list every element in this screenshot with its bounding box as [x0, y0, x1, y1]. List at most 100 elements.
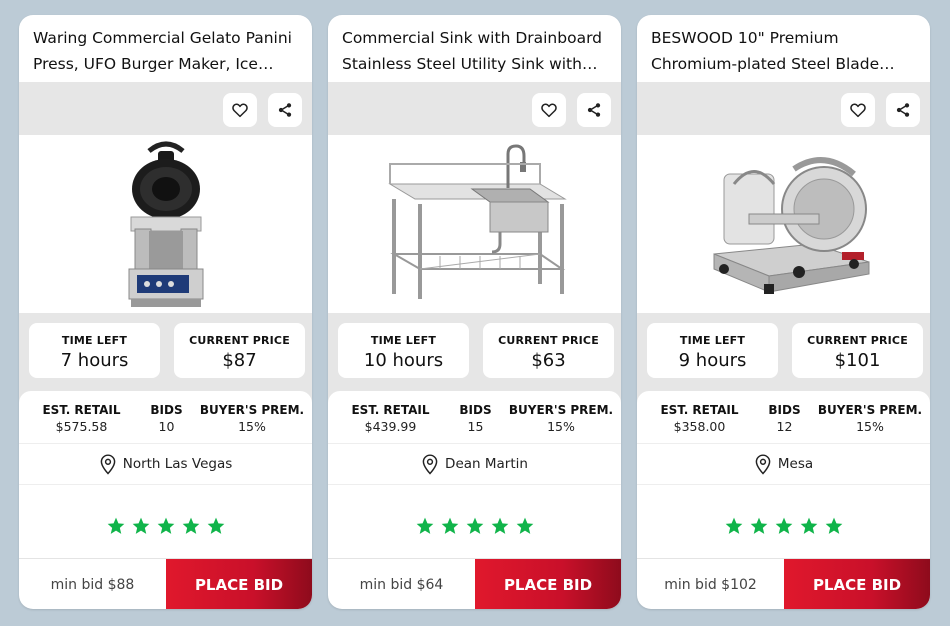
card-toolbar [637, 82, 930, 135]
listing-grid: Waring Commercial Gelato Panini Press, U… [0, 0, 950, 626]
min-bid-text: min bid $64 [359, 576, 444, 593]
time-left-box: TIME LEFT 7 hours [29, 323, 160, 378]
time-left-value: 7 hours [60, 350, 129, 371]
time-left-label: TIME LEFT [370, 334, 437, 347]
est-retail-label: EST. RETAIL [660, 403, 739, 417]
star-icon [491, 517, 508, 534]
place-bid-button[interactable]: PLACE BID [475, 559, 621, 609]
bids-value: 15 [467, 419, 484, 434]
current-price-box: CURRENT PRICE $87 [174, 323, 305, 378]
place-bid-button[interactable]: PLACE BID [166, 559, 312, 609]
favorite-button[interactable] [223, 93, 257, 127]
details-panel: EST. RETAIL $439.99 BIDS 15 BUYER'S PREM… [328, 391, 621, 493]
buyers-premium-value: 15% [547, 419, 575, 434]
share-button[interactable] [577, 93, 611, 127]
bids-label: BIDS [768, 403, 801, 417]
est-retail: EST. RETAIL $358.00 [647, 403, 752, 434]
bids-value: 10 [158, 419, 175, 434]
rating [19, 493, 312, 558]
share-button[interactable] [268, 93, 302, 127]
min-bid-text: min bid $88 [50, 576, 135, 593]
card-toolbar [19, 82, 312, 135]
est-retail-label: EST. RETAIL [351, 403, 430, 417]
meat-slicer-image [713, 157, 869, 294]
buyers-premium-label: BUYER'S PREM. [508, 403, 614, 417]
product-image[interactable] [637, 135, 930, 313]
stats-panel: TIME LEFT 10 hours CURRENT PRICE $63 EST… [328, 313, 621, 493]
star-icon [207, 517, 224, 534]
est-retail: EST. RETAIL $575.58 [29, 403, 134, 434]
buyers-premium: BUYER'S PREM. 15% [506, 403, 616, 434]
star-icon [825, 517, 842, 534]
location-text: North Las Vegas [122, 456, 233, 472]
stats-panel: TIME LEFT 9 hours CURRENT PRICE $101 EST… [637, 313, 930, 493]
location-row[interactable]: Mesa [637, 443, 930, 485]
bids-value: 12 [776, 419, 793, 434]
star-icon [725, 517, 742, 534]
est-retail-value: $358.00 [673, 419, 726, 434]
buyers-premium-label: BUYER'S PREM. [199, 403, 305, 417]
current-price-box: CURRENT PRICE $101 [792, 323, 923, 378]
details-panel: EST. RETAIL $358.00 BIDS 12 BUYER'S PREM… [637, 391, 930, 493]
place-bid-button[interactable]: PLACE BID [784, 559, 930, 609]
buyers-premium: BUYER'S PREM. 15% [197, 403, 307, 434]
location-row[interactable]: Dean Martin [328, 443, 621, 485]
min-bid-text: min bid $102 [664, 576, 757, 593]
location-pin-icon [755, 454, 771, 475]
sink-image [387, 144, 567, 299]
location-text: Mesa [777, 456, 814, 472]
product-image[interactable] [19, 135, 312, 313]
location-text: Dean Martin [445, 456, 528, 472]
star-icon [800, 517, 817, 534]
star-icon [157, 517, 174, 534]
time-left-value: 10 hours [363, 350, 444, 371]
bids: BIDS 12 [757, 403, 812, 434]
star-icon [516, 517, 533, 534]
star-icon [441, 517, 458, 534]
listing-card[interactable]: Commercial Sink with Drainboard Stainles… [328, 15, 621, 609]
rating [637, 493, 930, 558]
buyers-premium-value: 15% [238, 419, 266, 434]
star-icon [750, 517, 767, 534]
star-icon [416, 517, 433, 534]
star-icon [182, 517, 199, 534]
star-icon [107, 517, 124, 534]
heart-icon [232, 103, 248, 118]
favorite-button[interactable] [841, 93, 875, 127]
card-footer: min bid $88 PLACE BID [19, 558, 312, 609]
star-icon [132, 517, 149, 534]
current-price-label: CURRENT PRICE [807, 334, 908, 347]
card-footer: min bid $64 PLACE BID [328, 558, 621, 609]
details-panel: EST. RETAIL $575.58 BIDS 10 BUYER'S PREM… [19, 391, 312, 493]
current-price-value: $101 [834, 350, 881, 371]
star-icon [775, 517, 792, 534]
bids-label: BIDS [459, 403, 492, 417]
product-image[interactable] [328, 135, 621, 313]
time-left-label: TIME LEFT [61, 334, 128, 347]
current-price-box: CURRENT PRICE $63 [483, 323, 614, 378]
time-left-box: TIME LEFT 10 hours [338, 323, 469, 378]
buyers-premium-label: BUYER'S PREM. [817, 403, 923, 417]
share-icon [896, 103, 910, 117]
stats-panel: TIME LEFT 7 hours CURRENT PRICE $87 EST.… [19, 313, 312, 493]
listing-card[interactable]: Waring Commercial Gelato Panini Press, U… [19, 15, 312, 609]
heart-icon [850, 103, 866, 118]
location-row[interactable]: North Las Vegas [19, 443, 312, 485]
time-left-label: TIME LEFT [679, 334, 746, 347]
bids: BIDS 10 [139, 403, 194, 434]
current-price-value: $63 [531, 350, 566, 371]
est-retail-value: $439.99 [364, 419, 417, 434]
current-price-label: CURRENT PRICE [189, 334, 290, 347]
card-footer: min bid $102 PLACE BID [637, 558, 930, 609]
est-retail-label: EST. RETAIL [42, 403, 121, 417]
share-button[interactable] [886, 93, 920, 127]
share-icon [587, 103, 601, 117]
time-left-value: 9 hours [678, 350, 747, 371]
star-icon [466, 517, 483, 534]
time-left-box: TIME LEFT 9 hours [647, 323, 778, 378]
listing-card[interactable]: BESWOOD 10" Premium Chromium-plated Stee… [637, 15, 930, 609]
rating [328, 493, 621, 558]
bids: BIDS 15 [448, 403, 503, 434]
favorite-button[interactable] [532, 93, 566, 127]
buyers-premium-value: 15% [856, 419, 884, 434]
